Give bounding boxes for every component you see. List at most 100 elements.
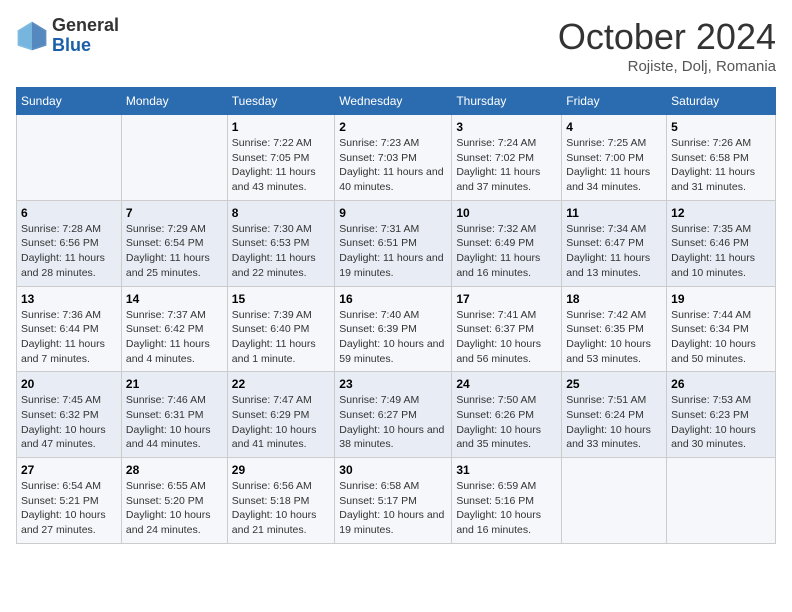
title-section: October 2024 Rojiste, Dolj, Romania (558, 16, 776, 75)
day-number: 3 (456, 120, 557, 134)
day-number: 26 (671, 377, 771, 391)
day-number: 12 (671, 206, 771, 220)
header-day: Saturday (667, 88, 776, 115)
calendar-cell: 25 Sunrise: 7:51 AMSunset: 6:24 PMDayligh… (562, 372, 667, 458)
header-day: Sunday (17, 88, 122, 115)
day-info: Sunrise: 7:46 AMSunset: 6:31 PMDaylight:… (126, 393, 223, 452)
day-number: 29 (232, 463, 330, 477)
day-info: Sunrise: 7:51 AMSunset: 6:24 PMDaylight:… (566, 393, 662, 452)
day-info: Sunrise: 7:31 AMSunset: 6:51 PMDaylight:… (339, 222, 447, 281)
day-number: 9 (339, 206, 447, 220)
calendar-cell: 31 Sunrise: 6:59 AMSunset: 5:16 PMDayligh… (452, 458, 562, 544)
day-info: Sunrise: 7:50 AMSunset: 6:26 PMDaylight:… (456, 393, 557, 452)
day-number: 19 (671, 292, 771, 306)
calendar-cell: 12Sunrise: 7:35 AMSunset: 6:46 PMDayligh… (667, 200, 776, 286)
day-number: 21 (126, 377, 223, 391)
calendar-cell: 28Sunrise: 6:55 AMSunset: 5:20 PMDayligh… (121, 458, 227, 544)
day-number: 8 (232, 206, 330, 220)
day-number: 14 (126, 292, 223, 306)
day-info: Sunrise: 7:24 AMSunset: 7:02 PMDaylight:… (456, 136, 557, 195)
day-info: Sunrise: 7:49 AMSunset: 6:27 PMDaylight:… (339, 393, 447, 452)
calendar-cell: 7Sunrise: 7:29 AMSunset: 6:54 PMDaylight… (121, 200, 227, 286)
calendar-cell: 18 Sunrise: 7:42 AMSunset: 6:35 PMDayligh… (562, 286, 667, 372)
calendar-cell: 13Sunrise: 7:36 AMSunset: 6:44 PMDayligh… (17, 286, 122, 372)
day-number: 11 (566, 206, 662, 220)
calendar-cell: 8 Sunrise: 7:30 AMSunset: 6:53 PMDaylight… (227, 200, 334, 286)
logo-icon (16, 20, 48, 52)
header-row: SundayMondayTuesdayWednesdayThursdayFrid… (17, 88, 776, 115)
month-year: October 2024 (558, 16, 776, 58)
day-info: Sunrise: 7:40 AMSunset: 6:39 PMDaylight:… (339, 308, 447, 367)
day-number: 4 (566, 120, 662, 134)
header-day: Tuesday (227, 88, 334, 115)
day-number: 27 (21, 463, 117, 477)
page-header: General Blue October 2024 Rojiste, Dolj,… (16, 16, 776, 75)
calendar-cell: 6 Sunrise: 7:28 AMSunset: 6:56 PMDaylight… (17, 200, 122, 286)
header-day: Monday (121, 88, 227, 115)
day-info: Sunrise: 7:25 AMSunset: 7:00 PMDaylight:… (566, 136, 662, 195)
day-info: Sunrise: 7:29 AMSunset: 6:54 PMDaylight:… (126, 222, 223, 281)
day-number: 6 (21, 206, 117, 220)
calendar-cell: 27 Sunrise: 6:54 AMSunset: 5:21 PMDayligh… (17, 458, 122, 544)
logo-text: General Blue (52, 16, 119, 56)
day-info: Sunrise: 7:32 AMSunset: 6:49 PMDaylight:… (456, 222, 557, 281)
day-info: Sunrise: 7:44 AMSunset: 6:34 PMDaylight:… (671, 308, 771, 367)
day-number: 2 (339, 120, 447, 134)
calendar-cell: 14Sunrise: 7:37 AMSunset: 6:42 PMDayligh… (121, 286, 227, 372)
logo-general: General (52, 16, 119, 36)
calendar-cell: 23 Sunrise: 7:49 AMSunset: 6:27 PMDayligh… (335, 372, 452, 458)
day-number: 23 (339, 377, 447, 391)
calendar-cell: 9 Sunrise: 7:31 AMSunset: 6:51 PMDaylight… (335, 200, 452, 286)
calendar-cell: 2 Sunrise: 7:23 AMSunset: 7:03 PMDaylight… (335, 115, 452, 201)
day-number: 31 (456, 463, 557, 477)
day-number: 1 (232, 120, 330, 134)
day-info: Sunrise: 7:22 AMSunset: 7:05 PMDaylight:… (232, 136, 330, 195)
location: Rojiste, Dolj, Romania (558, 58, 776, 75)
calendar-week-row: 20Sunrise: 7:45 AMSunset: 6:32 PMDayligh… (17, 372, 776, 458)
calendar-cell: 3 Sunrise: 7:24 AMSunset: 7:02 PMDaylight… (452, 115, 562, 201)
calendar-table: SundayMondayTuesdayWednesdayThursdayFrid… (16, 87, 776, 544)
day-info: Sunrise: 6:58 AMSunset: 5:17 PMDaylight:… (339, 479, 447, 538)
calendar-cell: 17Sunrise: 7:41 AMSunset: 6:37 PMDayligh… (452, 286, 562, 372)
calendar-cell (17, 115, 122, 201)
day-number: 24 (456, 377, 557, 391)
calendar-cell: 20Sunrise: 7:45 AMSunset: 6:32 PMDayligh… (17, 372, 122, 458)
day-info: Sunrise: 7:39 AMSunset: 6:40 PMDaylight:… (232, 308, 330, 367)
day-info: Sunrise: 7:28 AMSunset: 6:56 PMDaylight:… (21, 222, 117, 281)
day-info: Sunrise: 7:45 AMSunset: 6:32 PMDaylight:… (21, 393, 117, 452)
calendar-week-row: 27 Sunrise: 6:54 AMSunset: 5:21 PMDayligh… (17, 458, 776, 544)
header-day: Thursday (452, 88, 562, 115)
calendar-cell: 22 Sunrise: 7:47 AMSunset: 6:29 PMDayligh… (227, 372, 334, 458)
day-info: Sunrise: 7:30 AMSunset: 6:53 PMDaylight:… (232, 222, 330, 281)
day-number: 16 (339, 292, 447, 306)
day-number: 18 (566, 292, 662, 306)
day-number: 17 (456, 292, 557, 306)
day-info: Sunrise: 6:59 AMSunset: 5:16 PMDaylight:… (456, 479, 557, 538)
logo-blue: Blue (52, 36, 119, 56)
day-number: 15 (232, 292, 330, 306)
day-number: 5 (671, 120, 771, 134)
calendar-week-row: 13Sunrise: 7:36 AMSunset: 6:44 PMDayligh… (17, 286, 776, 372)
calendar-cell: 4 Sunrise: 7:25 AMSunset: 7:00 PMDaylight… (562, 115, 667, 201)
day-number: 30 (339, 463, 447, 477)
calendar-cell: 26 Sunrise: 7:53 AMSunset: 6:23 PMDayligh… (667, 372, 776, 458)
day-info: Sunrise: 7:53 AMSunset: 6:23 PMDaylight:… (671, 393, 771, 452)
day-info: Sunrise: 7:23 AMSunset: 7:03 PMDaylight:… (339, 136, 447, 195)
day-number: 25 (566, 377, 662, 391)
calendar-cell: 30 Sunrise: 6:58 AMSunset: 5:17 PMDayligh… (335, 458, 452, 544)
header-day: Wednesday (335, 88, 452, 115)
calendar-cell: 29Sunrise: 6:56 AMSunset: 5:18 PMDayligh… (227, 458, 334, 544)
day-info: Sunrise: 7:42 AMSunset: 6:35 PMDaylight:… (566, 308, 662, 367)
day-info: Sunrise: 6:54 AMSunset: 5:21 PMDaylight:… (21, 479, 117, 538)
day-info: Sunrise: 7:34 AMSunset: 6:47 PMDaylight:… (566, 222, 662, 281)
day-info: Sunrise: 7:26 AMSunset: 6:58 PMDaylight:… (671, 136, 771, 195)
day-info: Sunrise: 7:47 AMSunset: 6:29 PMDaylight:… (232, 393, 330, 452)
calendar-cell: 15 Sunrise: 7:39 AMSunset: 6:40 PMDayligh… (227, 286, 334, 372)
calendar-cell (121, 115, 227, 201)
calendar-cell: 21 Sunrise: 7:46 AMSunset: 6:31 PMDayligh… (121, 372, 227, 458)
calendar-cell: 5 Sunrise: 7:26 AMSunset: 6:58 PMDaylight… (667, 115, 776, 201)
calendar-cell: 11 Sunrise: 7:34 AMSunset: 6:47 PMDayligh… (562, 200, 667, 286)
day-number: 22 (232, 377, 330, 391)
calendar-week-row: 1 Sunrise: 7:22 AMSunset: 7:05 PMDaylight… (17, 115, 776, 201)
calendar-cell: 16 Sunrise: 7:40 AMSunset: 6:39 PMDayligh… (335, 286, 452, 372)
